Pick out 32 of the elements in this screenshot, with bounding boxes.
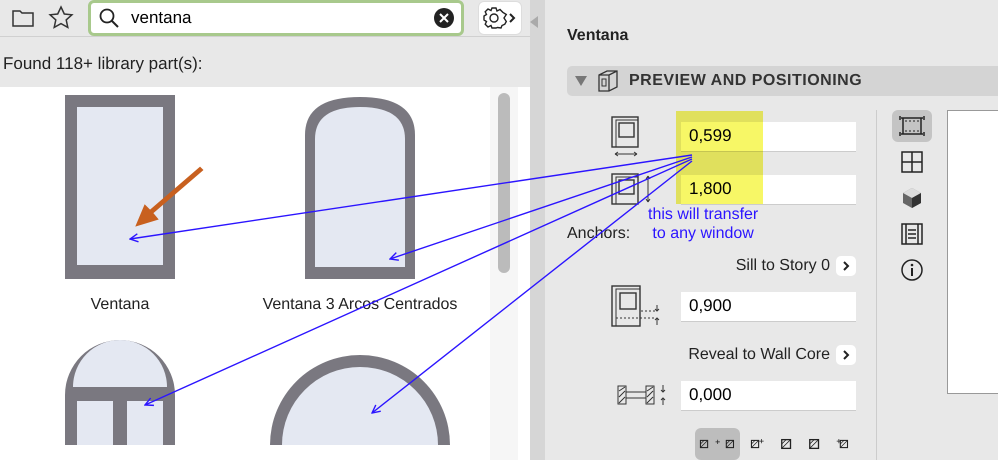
search-field[interactable]: ventana — [88, 0, 464, 36]
panel-title: Ventana — [567, 26, 630, 46]
sill-label: Sill to Story 0 — [736, 256, 830, 276]
width-field[interactable]: 0,599 — [681, 122, 856, 152]
result-count: Found 118+ library part(s): — [2, 53, 204, 75]
clear-icon[interactable] — [434, 8, 454, 28]
annotation-text: this will transfer to any window — [648, 205, 758, 244]
search-icon — [99, 8, 119, 28]
folder-icon[interactable] — [12, 9, 34, 27]
reveal-field[interactable]: 0,000 — [681, 380, 856, 410]
chevron-icon — [842, 261, 850, 271]
grid-icon — [899, 150, 925, 174]
star-icon[interactable] — [48, 5, 74, 31]
sill-reference-button[interactable] — [836, 256, 856, 276]
sill-field[interactable]: 0,900 — [681, 292, 856, 322]
reveal-option-button[interactable] — [695, 428, 740, 460]
section-title: PREVIEW AND POSITIONING — [629, 71, 862, 91]
reveal-reference-button[interactable] — [836, 345, 856, 365]
settings-button[interactable] — [478, 1, 522, 35]
section-header[interactable]: PREVIEW AND POSITIONING — [567, 66, 998, 96]
chevron-icon — [842, 350, 850, 360]
part-name: Ventana — [90, 294, 150, 314]
window-box-icon — [597, 69, 619, 93]
reveal-label: Reveal to Wall Core — [688, 345, 830, 365]
dimension-icon — [899, 114, 925, 138]
view-tab[interactable] — [892, 110, 932, 142]
info-icon — [899, 258, 925, 282]
height-field[interactable]: 1,800 — [681, 174, 856, 204]
scrollbar[interactable] — [490, 86, 518, 460]
settings-icon — [482, 6, 518, 30]
film-icon — [899, 222, 925, 246]
window-height-icon — [611, 172, 653, 206]
